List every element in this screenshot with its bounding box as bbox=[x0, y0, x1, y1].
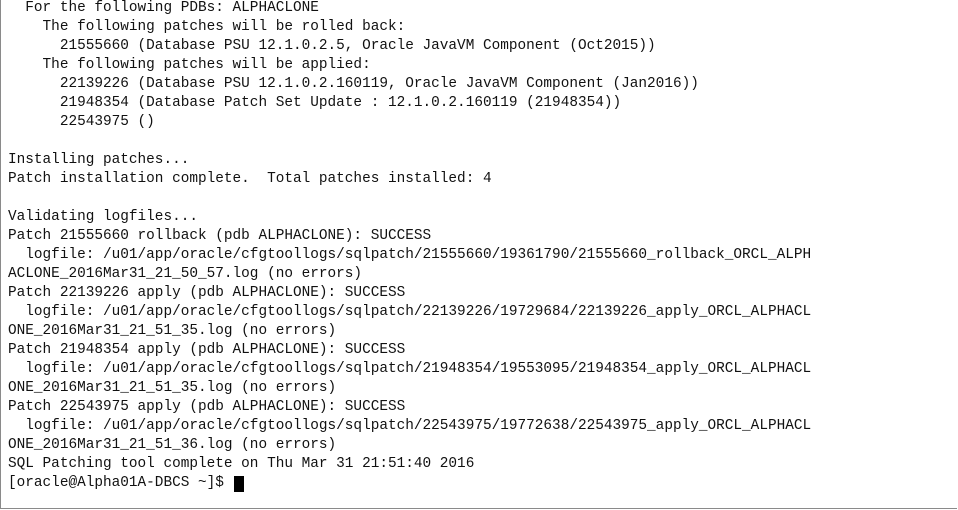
output-line: Patch installation complete. Total patch… bbox=[8, 171, 492, 187]
terminal-output: For the following PDBs: ALPHACLONE The f… bbox=[8, 0, 811, 493]
command-prompt[interactable]: [oracle@Alpha01A-DBCS ~]$ bbox=[8, 474, 811, 493]
output-line: SQL Patching tool complete on Thu Mar 31… bbox=[8, 456, 475, 472]
prompt-text: [oracle@Alpha01A-DBCS ~]$ bbox=[8, 475, 233, 491]
terminal-window[interactable]: For the following PDBs: ALPHACLONE The f… bbox=[0, 0, 957, 509]
output-line: Patch 21555660 rollback (pdb ALPHACLONE)… bbox=[8, 228, 432, 244]
output-line: ONE_2016Mar31_21_51_35.log (no errors) bbox=[8, 323, 337, 339]
output-line: logfile: /u01/app/oracle/cfgtoollogs/sql… bbox=[8, 304, 812, 320]
output-line: 21948354 (Database Patch Set Update : 12… bbox=[8, 95, 622, 111]
output-line: logfile: /u01/app/oracle/cfgtoollogs/sql… bbox=[8, 361, 812, 377]
output-line: Patch 21948354 apply (pdb ALPHACLONE): S… bbox=[8, 342, 406, 358]
output-line: 22543975 () bbox=[8, 114, 155, 130]
output-line: 21555660 (Database PSU 12.1.0.2.5, Oracl… bbox=[8, 38, 656, 54]
output-line: The following patches will be applied: bbox=[8, 57, 371, 73]
output-line: Installing patches... bbox=[8, 152, 190, 168]
output-line: ONE_2016Mar31_21_51_35.log (no errors) bbox=[8, 380, 337, 396]
output-line: logfile: /u01/app/oracle/cfgtoollogs/sql… bbox=[8, 247, 812, 263]
output-line: For the following PDBs: ALPHACLONE bbox=[8, 0, 319, 16]
output-line: Patch 22139226 apply (pdb ALPHACLONE): S… bbox=[8, 285, 406, 301]
output-line: The following patches will be rolled bac… bbox=[8, 19, 406, 35]
output-line: Patch 22543975 apply (pdb ALPHACLONE): S… bbox=[8, 399, 406, 415]
output-line: Validating logfiles... bbox=[8, 209, 198, 225]
output-line: 22139226 (Database PSU 12.1.0.2.160119, … bbox=[8, 76, 699, 92]
output-line: ACLONE_2016Mar31_21_50_57.log (no errors… bbox=[8, 266, 363, 282]
output-line: ONE_2016Mar31_21_51_36.log (no errors) bbox=[8, 437, 337, 453]
cursor-block-icon bbox=[233, 475, 244, 492]
output-line: logfile: /u01/app/oracle/cfgtoollogs/sql… bbox=[8, 418, 812, 434]
